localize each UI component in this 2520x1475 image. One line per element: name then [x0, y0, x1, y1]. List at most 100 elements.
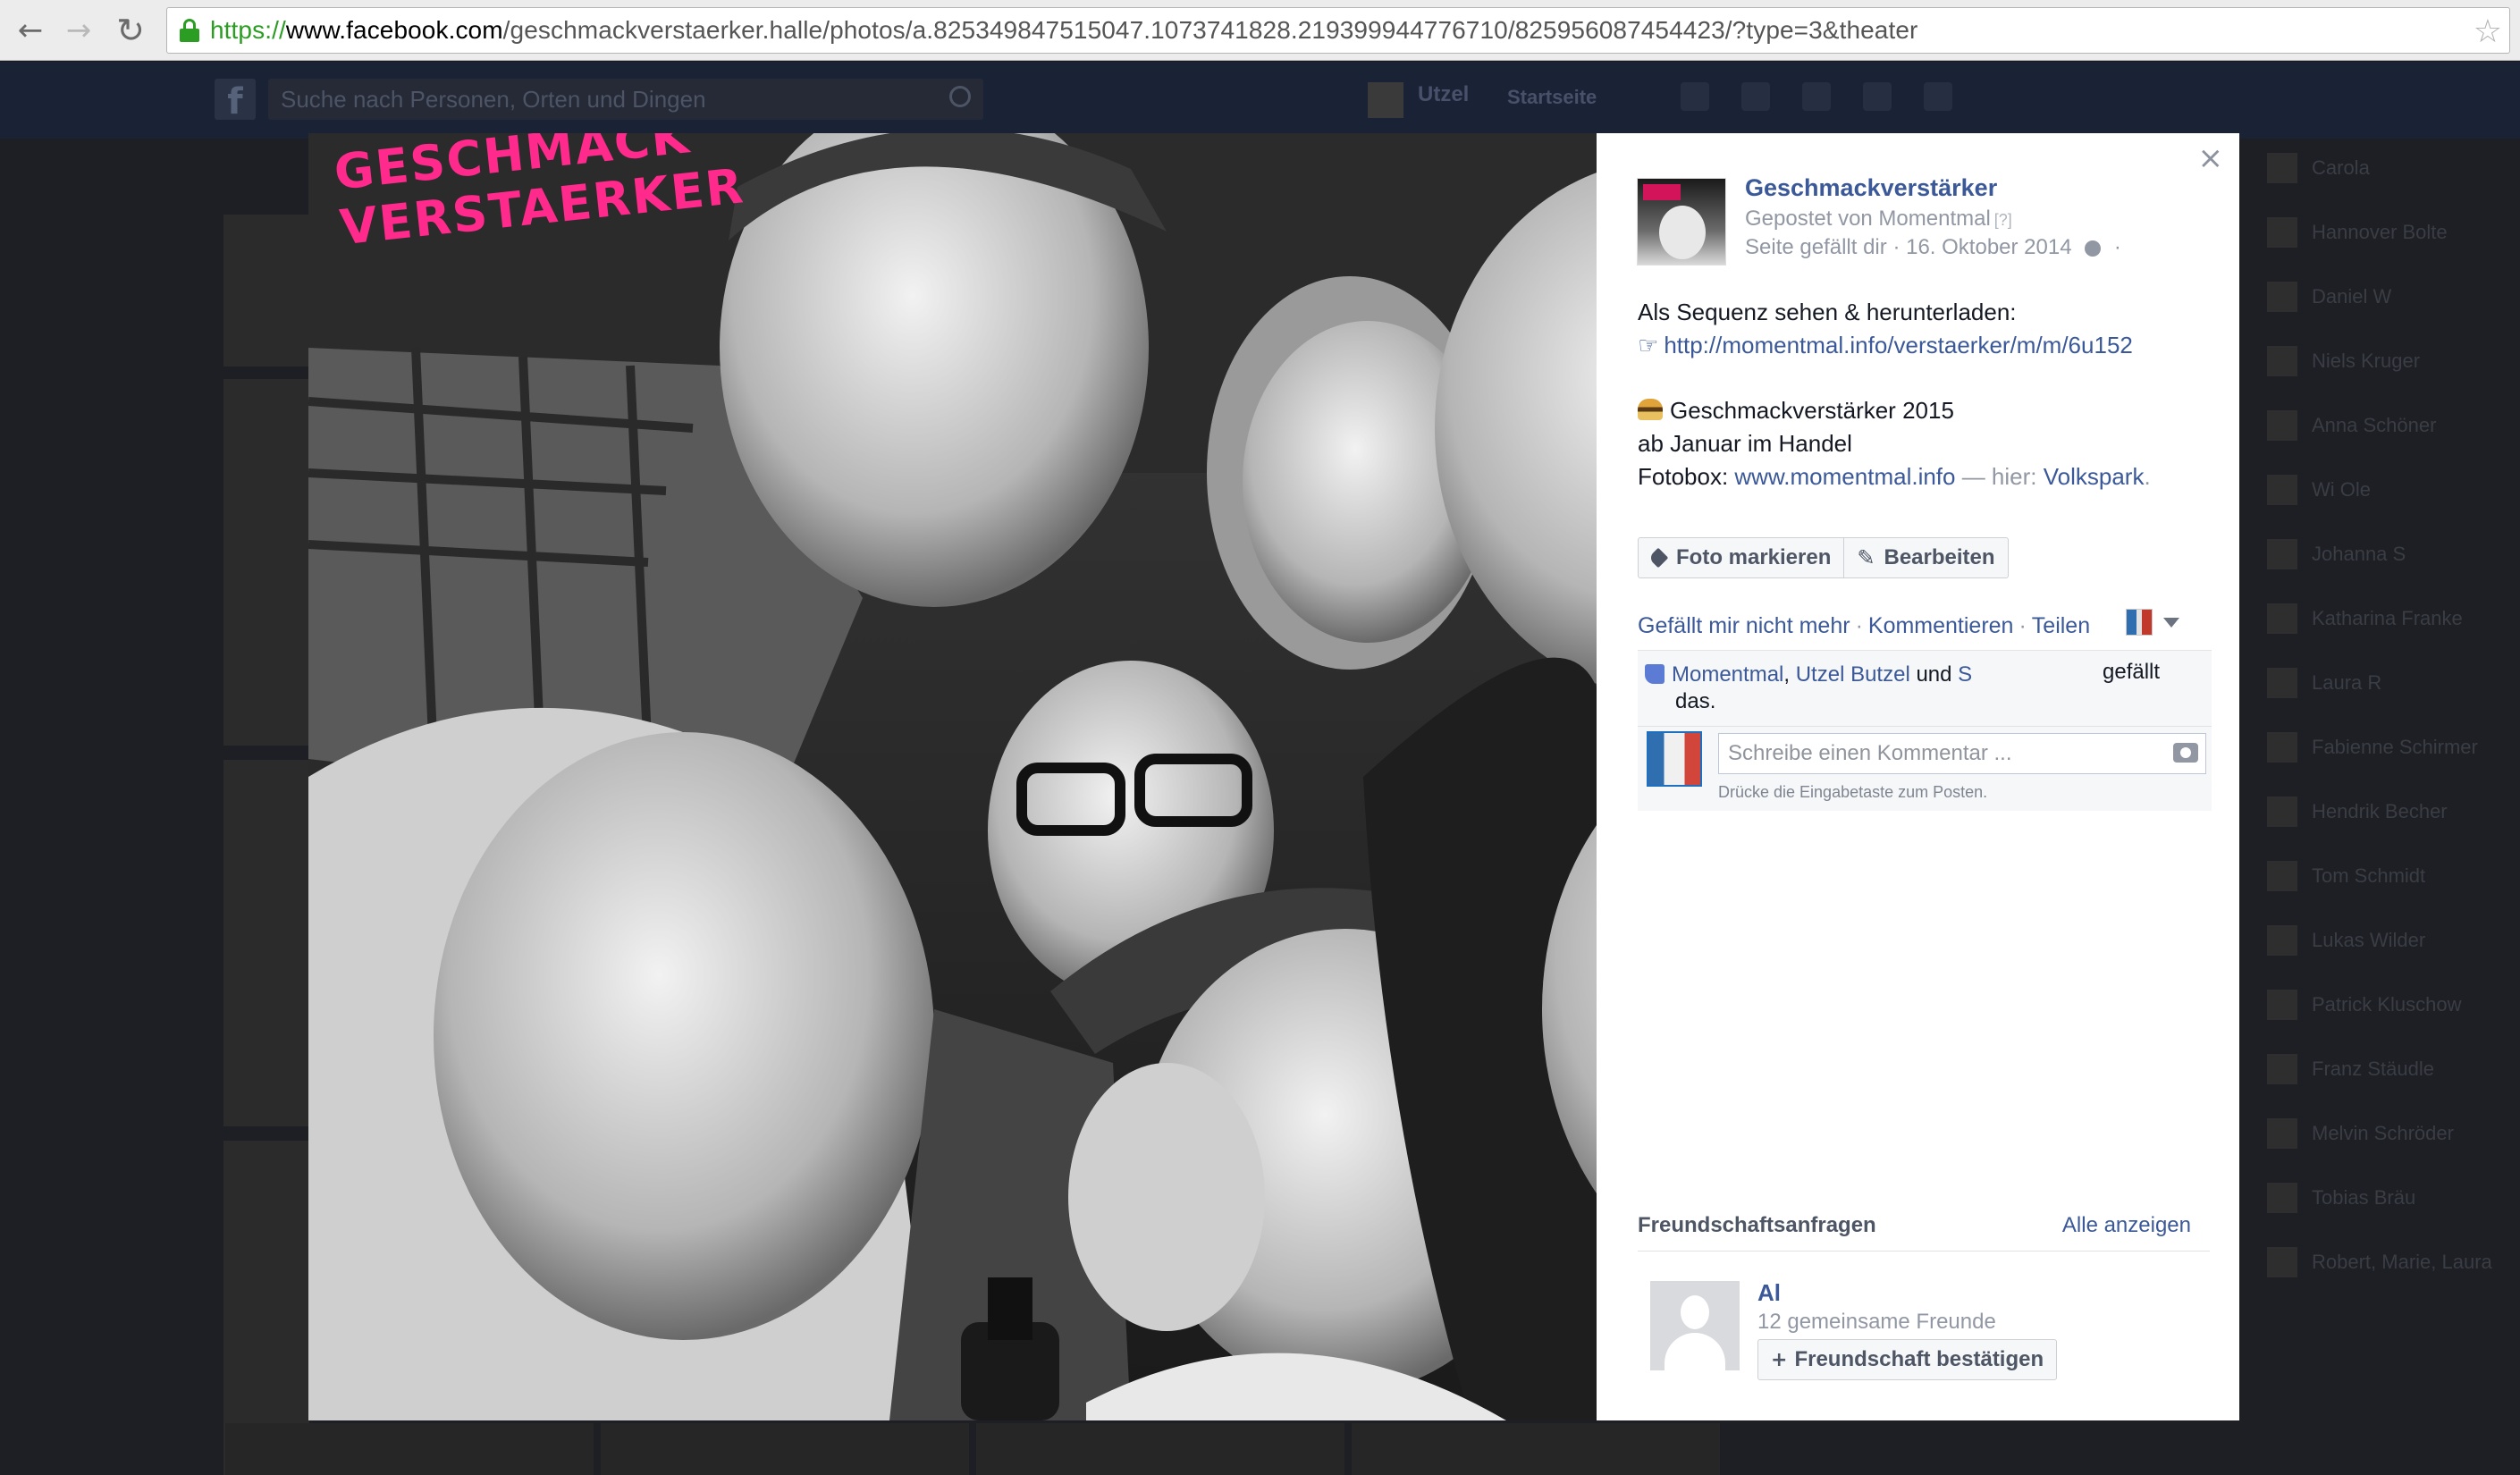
contact-name: Hendrik Becher: [2312, 800, 2448, 822]
back-arrow-icon[interactable]: ←: [11, 11, 50, 50]
user-avatar[interactable]: [1368, 82, 1403, 118]
mutual-friends[interactable]: 12 gemeinsame Freunde: [1757, 1310, 1996, 1335]
confirm-friend-button[interactable]: + Freundschaft bestätigen: [1757, 1339, 2058, 1380]
thumbnail: [223, 379, 309, 746]
camera-icon[interactable]: [2173, 743, 2198, 763]
user-name[interactable]: Utzel: [1418, 82, 1469, 107]
settings-icon[interactable]: [1924, 82, 1952, 111]
thumbs-up-icon: [1645, 664, 1665, 684]
browser-toolbar: ← → ↻ https://www.facebook.com/geschmack…: [0, 0, 2520, 61]
contact-avatar: [2267, 217, 2297, 248]
facebook-logo-icon[interactable]: f: [215, 79, 256, 122]
thumbnail: [223, 215, 309, 367]
contact-name: Niels Kruger: [2312, 350, 2421, 372]
contact-avatar: [2267, 282, 2297, 312]
page-name-link[interactable]: Geschmackverstärker: [1745, 174, 1997, 202]
add-friend-icon: +: [1771, 1348, 1788, 1371]
chat-contact[interactable]: Katharina Franke: [2267, 603, 2463, 634]
fotobox-link[interactable]: www.momentmal.info: [1734, 463, 1955, 490]
chat-contact[interactable]: Franz Stäudle: [2267, 1054, 2434, 1084]
chat-contact[interactable]: Fabienne Schirmer: [2267, 732, 2478, 763]
chat-contact[interactable]: Tom Schmidt: [2267, 861, 2425, 891]
pointing-hand-icon: ☞: [1638, 333, 1659, 359]
contact-avatar: [2267, 153, 2297, 183]
chevron-down-icon[interactable]: [2163, 618, 2179, 628]
contact-avatar: [2267, 539, 2297, 569]
photo-theater: GESCHMACK VERSTAERKER × Geschmackverstär…: [308, 133, 2239, 1420]
notifications-icon[interactable]: [1802, 82, 1831, 111]
contact-avatar: [2267, 603, 2297, 634]
forward-arrow-icon[interactable]: →: [59, 11, 98, 50]
contact-name: Carola: [2312, 156, 2370, 179]
chat-contact[interactable]: Melvin Schröder: [2267, 1118, 2454, 1149]
chat-contact[interactable]: Johanna S: [2267, 539, 2406, 569]
search-icon[interactable]: [949, 86, 971, 107]
location-link[interactable]: Volkspark: [2044, 463, 2145, 490]
post-meta: Seite gefällt dir · 16. Oktober 2014 ·: [1745, 235, 2121, 259]
post-text-line: Als Sequenz sehen & herunterladen:: [1638, 299, 2017, 325]
contact-name: Hannover Bolte: [2312, 221, 2448, 243]
contact-name: Robert, Marie, Laura: [2312, 1251, 2492, 1273]
contact-name: Anna Schöner: [2312, 414, 2437, 436]
privacy-icon[interactable]: [1863, 82, 1892, 111]
messages-icon[interactable]: [1741, 82, 1770, 111]
tag-photo-button[interactable]: Foto markieren: [1639, 538, 1843, 577]
reload-icon[interactable]: ↻: [111, 11, 150, 50]
pencil-icon: ✎: [1857, 545, 1875, 570]
sequence-link[interactable]: http://momentmal.info/verstaerker/m/m/6u…: [1664, 332, 2133, 358]
address-bar[interactable]: https://www.facebook.com/geschmackversta…: [166, 7, 2510, 54]
friend-requests-heading: Freundschaftsanfragen: [1638, 1213, 1876, 1237]
chat-contact[interactable]: Patrick Kluschow: [2267, 990, 2462, 1020]
photo[interactable]: GESCHMACK VERSTAERKER: [308, 133, 1597, 1420]
post-date-link[interactable]: 16. Oktober 2014: [1906, 235, 2071, 259]
divider: [1638, 1251, 2210, 1252]
friend-request-name[interactable]: Al: [1757, 1279, 1781, 1307]
close-icon[interactable]: ×: [2198, 140, 2224, 176]
contact-name: Laura R: [2312, 671, 2382, 694]
chat-contact[interactable]: Hendrik Becher: [2267, 796, 2448, 827]
page-liked-status: Seite gefällt dir: [1745, 235, 1887, 259]
url-text[interactable]: https://www.facebook.com/geschmackversta…: [210, 16, 1917, 45]
background-photo-grid: [225, 1423, 1720, 1475]
comment-link[interactable]: Kommentieren: [1868, 613, 2014, 638]
likes-suffix: gefällt: [2103, 660, 2161, 684]
chat-contact[interactable]: Laura R: [2267, 668, 2382, 698]
home-link[interactable]: Startseite: [1507, 86, 1597, 109]
edit-button[interactable]: ✎ Bearbeiten: [1843, 538, 2007, 577]
contact-avatar: [2267, 861, 2297, 891]
contact-avatar: [2267, 990, 2297, 1020]
contact-name: Wi Ole: [2312, 478, 2371, 501]
friends-icon[interactable]: [1681, 82, 1709, 111]
chat-contact[interactable]: Carola: [2267, 153, 2370, 183]
globe-icon: [2085, 240, 2102, 257]
page-avatar[interactable]: [1637, 178, 1726, 266]
see-all-link[interactable]: Alle anzeigen: [2062, 1213, 2191, 1238]
divider: [1638, 726, 2212, 727]
contact-avatar: [2267, 668, 2297, 698]
post-text-line: ab Januar im Handel: [1638, 430, 1852, 457]
chat-contact[interactable]: Anna Schöner: [2267, 410, 2437, 441]
chat-contact[interactable]: Robert, Marie, Laura: [2267, 1247, 2492, 1277]
help-link[interactable]: [?]: [1994, 211, 2012, 229]
post-text-line: Fotobox: www.momentmal.info — hier: Volk…: [1638, 463, 2151, 490]
facebook-search-input[interactable]: Suche nach Personen, Orten und Dingen: [268, 79, 983, 120]
liker-link[interactable]: Momentmal: [1672, 662, 1783, 687]
chat-contact[interactable]: Lukas Wilder: [2267, 925, 2425, 956]
chat-contact[interactable]: Hannover Bolte: [2267, 217, 2448, 248]
post-actions: Gefällt mir nicht mehr · Kommentieren · Teil…: [1638, 613, 2091, 638]
chat-contact[interactable]: Daniel W: [2267, 282, 2391, 312]
bookmark-star-icon[interactable]: ☆: [2474, 13, 2502, 50]
chat-contact[interactable]: Wi Ole: [2267, 475, 2371, 505]
contact-name: Franz Stäudle: [2312, 1058, 2434, 1080]
comment-input[interactable]: Schreibe einen Kommentar ...: [1718, 733, 2206, 774]
chat-contact[interactable]: Niels Kruger: [2267, 346, 2421, 376]
liker-link[interactable]: Utzel Butzel: [1796, 662, 1910, 687]
photo-action-buttons: Foto markieren ✎ Bearbeiten: [1638, 537, 2009, 578]
actor-selector-icon[interactable]: [2126, 609, 2153, 636]
liker-link[interactable]: S: [1958, 662, 1972, 687]
chat-contact[interactable]: Tobias Bräu: [2267, 1183, 2415, 1213]
contact-avatar: [2267, 1247, 2297, 1277]
share-link[interactable]: Teilen: [2032, 613, 2090, 638]
friend-request-avatar[interactable]: [1650, 1281, 1740, 1370]
unlike-link[interactable]: Gefällt mir nicht mehr: [1638, 613, 1850, 638]
